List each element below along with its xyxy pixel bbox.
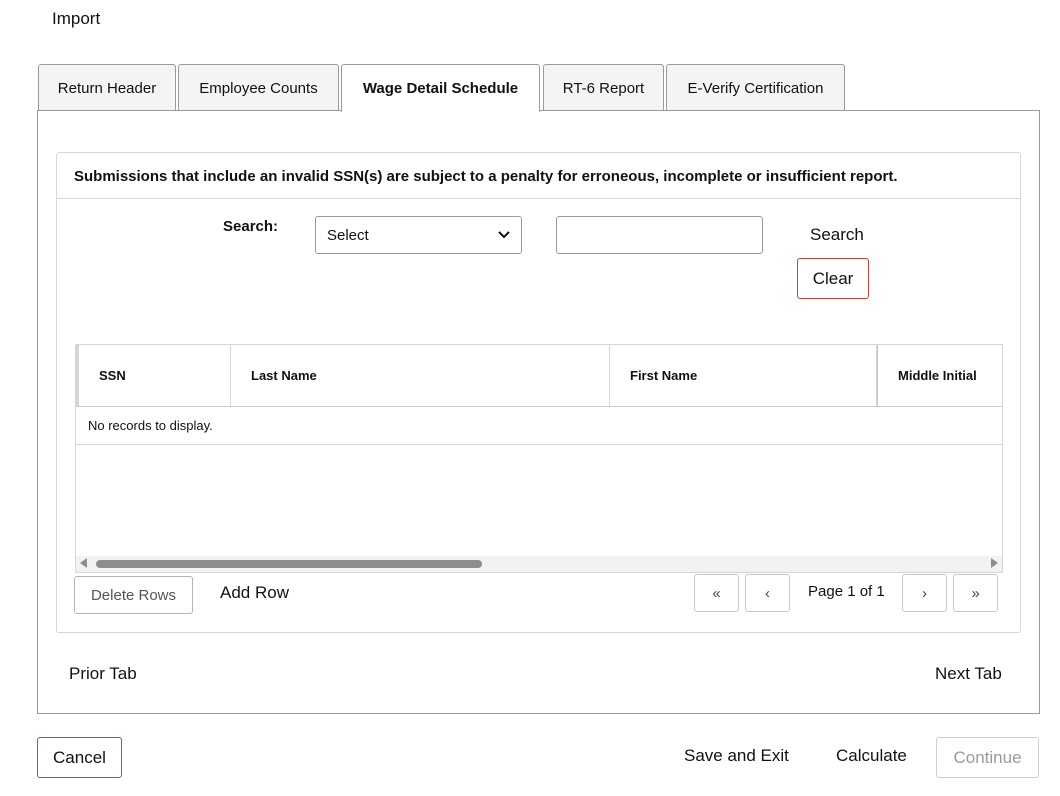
tab-return-header[interactable]: Return Header (38, 64, 176, 111)
continue-button[interactable]: Continue (936, 737, 1039, 778)
wage-detail-grid: SSN Last Name First Name Middle Initial … (75, 344, 1003, 573)
tab-everify-certification[interactable]: E-Verify Certification (666, 64, 845, 111)
next-tab-button[interactable]: Next Tab (935, 664, 1002, 684)
search-select-value: Select (327, 226, 369, 244)
search-button[interactable]: Search (810, 225, 864, 245)
cancel-button[interactable]: Cancel (37, 737, 122, 778)
chevron-down-icon (498, 228, 510, 242)
tab-panel: Submissions that include an invalid SSN(… (37, 110, 1040, 714)
search-label: Search: (223, 218, 279, 235)
column-header-ssn[interactable]: SSN (76, 345, 231, 406)
search-input[interactable] (556, 216, 763, 254)
add-row-button[interactable]: Add Row (220, 583, 289, 603)
wage-detail-card: Submissions that include an invalid SSN(… (56, 152, 1021, 633)
column-header-last-name[interactable]: Last Name (231, 345, 610, 406)
tab-rt6-report[interactable]: RT-6 Report (543, 64, 664, 111)
empty-grid-message: No records to display. (76, 407, 1002, 445)
tab-wage-detail-schedule[interactable]: Wage Detail Schedule (341, 64, 540, 112)
page-indicator: Page 1 of 1 (808, 583, 885, 600)
next-page-button[interactable]: › (902, 574, 947, 612)
first-page-button[interactable]: « (694, 574, 739, 612)
grid-header: SSN Last Name First Name Middle Initial (76, 345, 1002, 407)
scroll-right-icon[interactable] (991, 558, 998, 568)
penalty-notice: Submissions that include an invalid SSN(… (57, 153, 1020, 199)
clear-button[interactable]: Clear (797, 258, 869, 299)
search-field-select[interactable]: Select (315, 216, 522, 254)
column-header-first-name[interactable]: First Name (610, 345, 877, 406)
scroll-left-icon[interactable] (80, 558, 87, 568)
calculate-button[interactable]: Calculate (836, 746, 907, 766)
save-and-exit-button[interactable]: Save and Exit (684, 746, 789, 766)
import-link[interactable]: Import (52, 9, 100, 29)
column-header-middle-initial[interactable]: Middle Initial (877, 345, 1002, 406)
prior-tab-button[interactable]: Prior Tab (69, 664, 137, 684)
tab-employee-counts[interactable]: Employee Counts (178, 64, 339, 111)
horizontal-scrollbar[interactable] (76, 556, 1002, 572)
delete-rows-button[interactable]: Delete Rows (74, 576, 193, 614)
prev-page-button[interactable]: ‹ (745, 574, 790, 612)
scrollbar-thumb[interactable] (96, 560, 482, 568)
last-page-button[interactable]: » (953, 574, 998, 612)
